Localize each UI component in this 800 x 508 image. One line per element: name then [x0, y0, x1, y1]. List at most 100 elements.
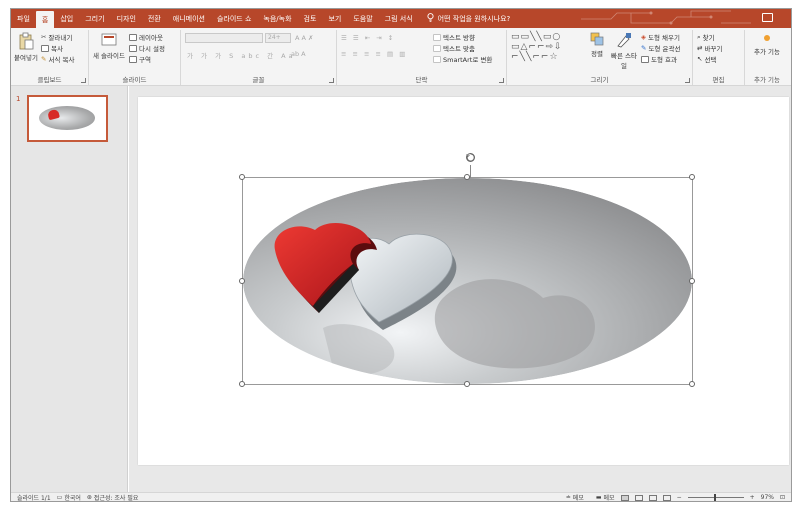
paste-button[interactable]: 붙여넣기	[14, 32, 38, 62]
tab-design[interactable]: 디자인	[111, 9, 142, 28]
language-indicator[interactable]: ▭ 한국어	[57, 493, 81, 502]
tab-draw[interactable]: 그리기	[79, 9, 110, 28]
section-label: 구역	[139, 56, 151, 64]
font-grow-shrink[interactable]: A A ✗	[295, 34, 313, 42]
shape-outline-button[interactable]: ✎ 도형 윤곽선	[641, 43, 680, 53]
group-drawing: ▭▭╲╲▭○ ▭△⌐⌐⇨⇩ ⌐╲╲⌐⌐☆ 정렬 빠른 스타일 ◈ 도형 채우기 ✎ …	[507, 30, 693, 85]
find-button[interactable]: ⌕ 찾기	[697, 32, 715, 43]
replace-icon: ⇄	[697, 44, 703, 52]
powerpoint-window: 파일 홈 삽입 그리기 디자인 전환 애니메이션 슬라이드 쇼 녹음/녹화 검토…	[10, 8, 792, 502]
clipboard-launcher[interactable]	[81, 78, 86, 83]
tab-transitions[interactable]: 전환	[142, 9, 167, 28]
tab-record[interactable]: 녹음/녹화	[257, 9, 297, 28]
quick-styles-button[interactable]: 빠른 스타일	[611, 32, 637, 70]
group-clipboard: 붙여넣기 ✂ 잘라내기 복사 ✎ 서식 복사 클립보드	[11, 30, 89, 85]
tab-home[interactable]: 홈	[35, 11, 55, 28]
tell-me-box[interactable]: 어떤 작업을 원하시나요?	[427, 13, 510, 24]
resize-handle-e[interactable]	[689, 278, 695, 284]
resize-handle-ne[interactable]	[689, 174, 695, 180]
smartart-button[interactable]: SmartArt로 변환	[433, 54, 492, 64]
tab-insert[interactable]: 삽입	[54, 9, 79, 28]
paragraph-launcher[interactable]	[499, 78, 504, 83]
text-direction-button[interactable]: 텍스트 방향	[433, 32, 475, 42]
shape-effects-label: 도형 효과	[651, 56, 677, 64]
pen-outline-icon: ✎	[641, 44, 647, 52]
zoom-slider-thumb[interactable]	[713, 494, 716, 501]
accessibility-indicator[interactable]: ⊛ 접근성: 조사 필요	[87, 493, 139, 502]
cut-button[interactable]: ✂ 잘라내기	[41, 32, 72, 42]
cursor-icon: ↖	[697, 55, 703, 63]
align-text-button[interactable]: 텍스트 맞춤	[433, 43, 475, 53]
resize-handle-nw[interactable]	[239, 174, 245, 180]
scissors-icon: ✂	[41, 33, 47, 41]
zoom-in-icon[interactable]: +	[750, 494, 755, 501]
status-bar: 슬라이드 1/1 ▭ 한국어 ⊛ 접근성: 조사 필요 ≐ 메모 ▬ 메모 − …	[11, 492, 791, 501]
tab-help[interactable]: 도움말	[347, 9, 378, 28]
tab-picture-format[interactable]: 그림 서식	[379, 9, 419, 28]
align-buttons[interactable]: ≡ ≡ ≡ ≡ ▤ ▥	[341, 50, 407, 58]
slide-number: 1	[16, 95, 21, 103]
zoom-slider[interactable]	[687, 494, 744, 501]
select-button[interactable]: ↖ 선택	[697, 54, 716, 64]
replace-button[interactable]: ⇄ 바꾸기	[697, 43, 722, 53]
notes-button[interactable]: ≐ 메모	[566, 493, 584, 502]
layout-button[interactable]: 레이아웃	[129, 32, 163, 42]
list-buttons[interactable]: ☰ ☰ ⇤ ⇥ ↕	[341, 34, 395, 42]
accessibility-icon: ⊛	[86, 493, 92, 501]
format-painter-button[interactable]: ✎ 서식 복사	[41, 54, 74, 64]
comments-icon[interactable]	[762, 13, 773, 22]
font-color-buttons[interactable]: ab A	[291, 50, 306, 58]
editing-group-label: 편집	[712, 76, 725, 84]
shape-fill-button[interactable]: ◈ 도형 채우기	[641, 32, 680, 42]
zoom-out-icon[interactable]: −	[677, 494, 682, 501]
align-text-icon	[433, 44, 441, 52]
shape-effects-icon	[641, 55, 649, 63]
zoom-level[interactable]: 97%	[761, 494, 774, 501]
status-bar-right: ≐ 메모 ▬ 메모 − + 97% ⊡	[560, 493, 785, 502]
proofing-icon: ▭	[56, 493, 63, 501]
text-direction-label: 텍스트 방향	[443, 34, 475, 42]
font-style-buttons[interactable]: 가 가 가 S abc 간 Aa	[187, 50, 296, 60]
normal-view-icon[interactable]	[620, 494, 629, 501]
resize-handle-sw[interactable]	[239, 381, 245, 387]
slide-counter: 슬라이드 1/1	[17, 494, 51, 502]
tab-animations[interactable]: 애니메이션	[167, 9, 211, 28]
group-editing: ⌕ 찾기 ⇄ 바꾸기 ↖ 선택 편집	[693, 30, 745, 85]
arrange-button[interactable]: 정렬	[587, 32, 607, 58]
copy-button[interactable]: 복사	[41, 43, 63, 53]
paragraph-group-label: 단락	[415, 76, 428, 84]
fit-to-window-icon[interactable]: ⊡	[780, 494, 785, 501]
slide-thumbnail[interactable]	[27, 95, 108, 142]
font-size-box[interactable]: 24+	[265, 33, 291, 43]
slide-sorter-icon[interactable]	[634, 494, 643, 501]
notes-label: 메모	[572, 495, 584, 502]
arrange-label: 정렬	[591, 50, 603, 58]
drawing-launcher[interactable]	[685, 78, 690, 83]
tab-slideshow[interactable]: 슬라이드 쇼	[211, 9, 257, 28]
rotate-icon[interactable]	[465, 152, 476, 163]
addins-group-label: 추가 기능	[754, 76, 780, 84]
reset-button[interactable]: 다시 설정	[129, 43, 165, 53]
font-launcher[interactable]	[329, 78, 334, 83]
tab-review[interactable]: 검토	[298, 9, 323, 28]
font-name-box[interactable]	[185, 33, 263, 43]
group-slides: 새 슬라이드 레이아웃 다시 설정 구역 슬라이드	[89, 30, 181, 85]
tab-file[interactable]: 파일	[11, 9, 36, 28]
resize-handle-se[interactable]	[689, 381, 695, 387]
resize-handle-w[interactable]	[239, 278, 245, 284]
addins-button[interactable]: 추가 기능	[753, 32, 781, 56]
arrange-icon	[590, 32, 604, 46]
shape-effects-button[interactable]: 도형 효과	[641, 54, 677, 64]
tab-view[interactable]: 보기	[322, 9, 347, 28]
lightbulb-icon	[427, 13, 434, 24]
reading-view-icon[interactable]	[648, 494, 657, 501]
slide[interactable]	[138, 97, 789, 465]
section-button[interactable]: 구역	[129, 54, 151, 64]
resize-handle-s[interactable]	[464, 381, 470, 387]
comments-button[interactable]: ▬ 메모	[596, 493, 615, 501]
shapes-gallery[interactable]: ▭▭╲╲▭○ ▭△⌐⌐⇨⇩ ⌐╲╲⌐⌐☆	[511, 32, 581, 62]
slideshow-view-icon[interactable]	[662, 494, 671, 501]
reset-label: 다시 설정	[139, 45, 165, 53]
selected-picture[interactable]	[239, 153, 695, 387]
new-slide-button[interactable]: 새 슬라이드	[92, 32, 126, 60]
